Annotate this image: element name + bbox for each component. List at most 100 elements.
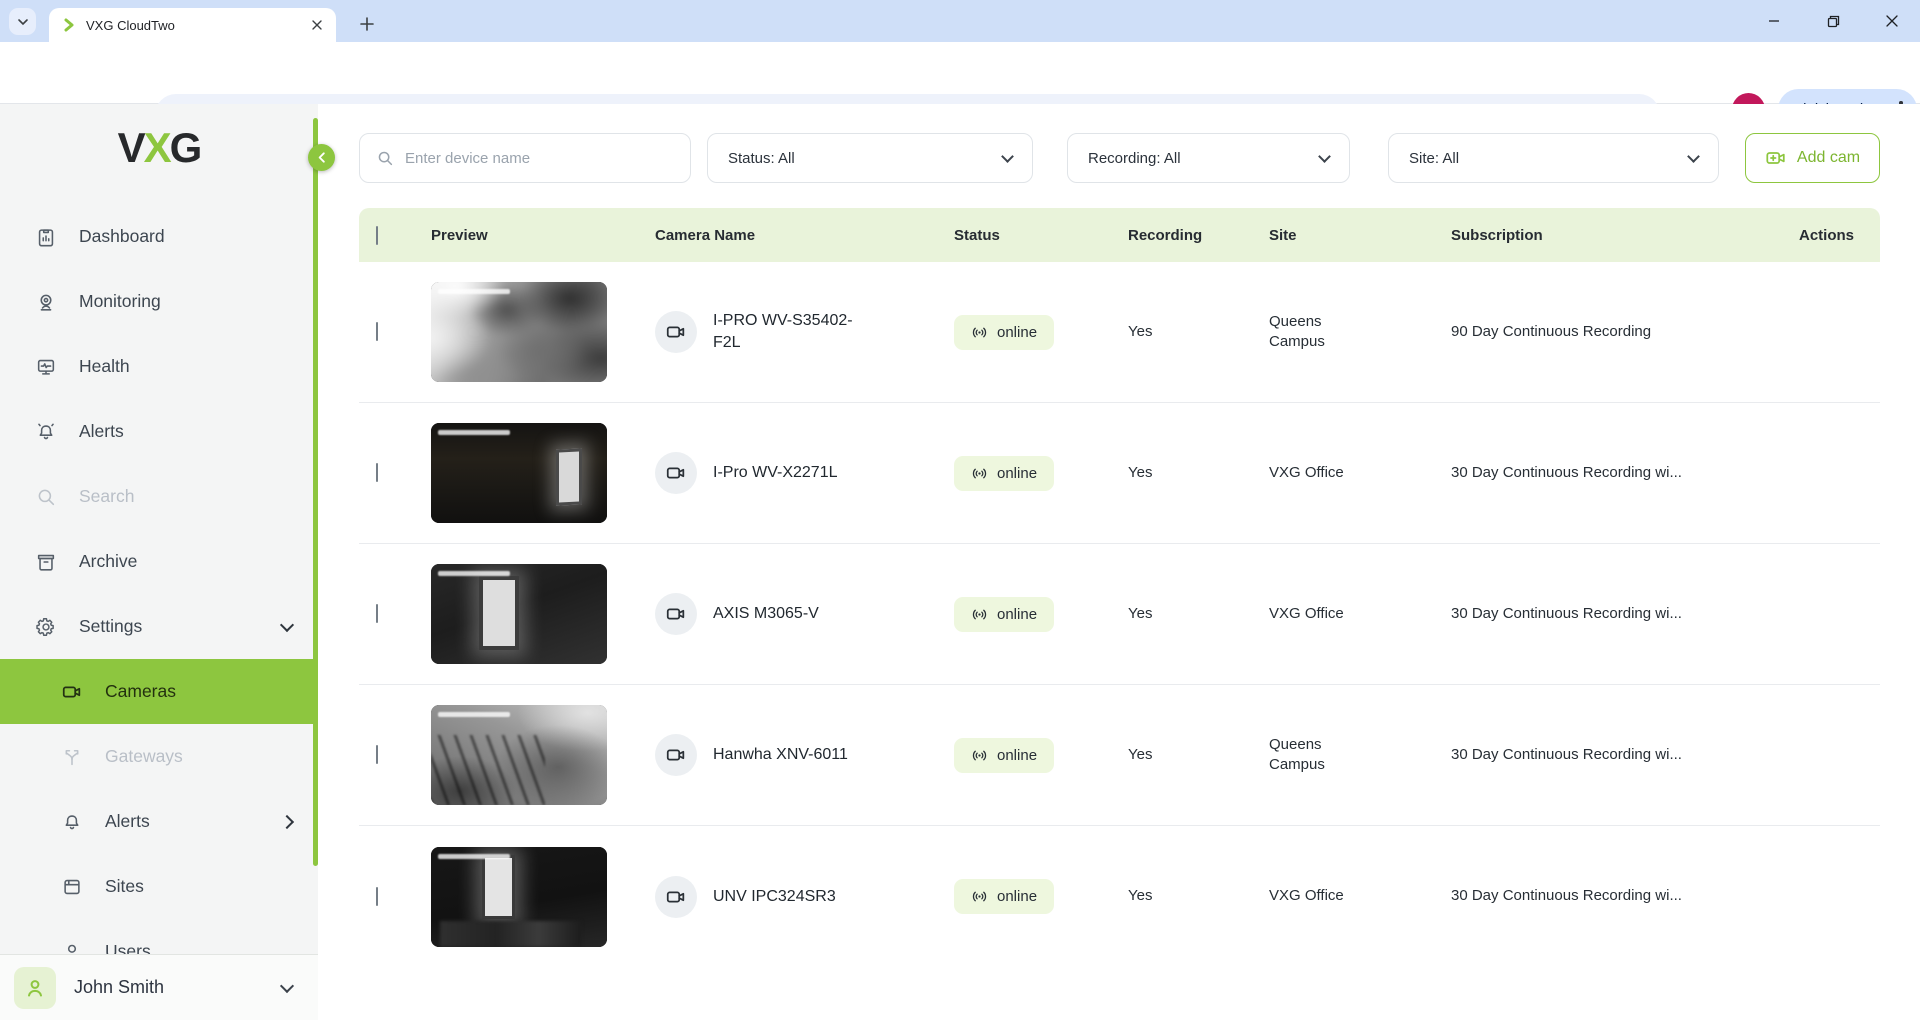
status-text: online xyxy=(997,888,1037,905)
camera-plus-icon xyxy=(1765,147,1787,169)
subscription-value: 30 Day Continuous Recording wi... xyxy=(1451,604,1760,624)
sidebar-item-health[interactable]: Health xyxy=(0,334,318,399)
add-camera-label: Add cam xyxy=(1797,149,1860,167)
dashboard-icon xyxy=(34,225,58,249)
timestamp-overlay xyxy=(438,854,510,859)
user-menu[interactable]: John Smith xyxy=(0,954,318,1020)
row-checkbox[interactable] xyxy=(376,463,378,482)
broadcast-icon xyxy=(971,888,988,905)
timestamp-overlay xyxy=(438,289,510,294)
camera-icon xyxy=(655,311,697,353)
site-filter-label: Site: All xyxy=(1409,150,1459,167)
chevron-down-icon xyxy=(1687,150,1700,163)
window-minimize-button[interactable] xyxy=(1751,0,1797,42)
add-camera-button[interactable]: Add cam xyxy=(1745,133,1880,183)
select-all-checkbox[interactable] xyxy=(376,226,378,245)
column-header-site: Site xyxy=(1269,227,1451,244)
window-restore-button[interactable] xyxy=(1810,0,1856,42)
sidebar-item-label: Dashboard xyxy=(79,226,165,247)
camera-preview-thumbnail[interactable] xyxy=(431,847,607,947)
column-header-subscription: Subscription xyxy=(1451,227,1760,244)
archive-box-icon xyxy=(34,550,58,574)
sidebar-item-alerts-settings[interactable]: Alerts xyxy=(0,789,318,854)
window-close-button[interactable] xyxy=(1869,0,1915,42)
broadcast-icon xyxy=(971,324,988,341)
row-checkbox[interactable] xyxy=(376,887,378,906)
column-header-status: Status xyxy=(954,227,1128,244)
sidebar-item-alerts[interactable]: Alerts xyxy=(0,399,318,464)
camera-preview-thumbnail[interactable] xyxy=(431,705,607,805)
camera-preview-thumbnail[interactable] xyxy=(431,423,607,523)
sidebar-item-label: Archive xyxy=(79,551,137,572)
recording-value: Yes xyxy=(1128,463,1269,483)
site-value: Queens Campus xyxy=(1269,735,1357,776)
cameras-table: Preview Camera Name Status Recording Sit… xyxy=(359,208,1880,967)
chevron-down-icon xyxy=(280,617,294,631)
sidebar-collapse-button[interactable] xyxy=(308,144,335,171)
browser-tab-strip: VXG CloudTwo xyxy=(0,0,1920,42)
subscription-value: 30 Day Continuous Recording wi... xyxy=(1451,463,1760,483)
sidebar-item-search[interactable]: Search xyxy=(0,464,318,529)
sidebar: VXG Dashboard Monitoring Health Alerts S… xyxy=(0,104,318,1020)
camera-name[interactable]: I-Pro WV-X2271L xyxy=(713,462,838,484)
vxg-logo: VXG xyxy=(0,124,318,172)
camera-name[interactable]: AXIS M3065-V xyxy=(713,603,819,625)
camera-preview-thumbnail[interactable] xyxy=(431,564,607,664)
sidebar-item-monitoring[interactable]: Monitoring xyxy=(0,269,318,334)
subscription-value: 30 Day Continuous Recording wi... xyxy=(1451,745,1760,765)
camera-icon xyxy=(655,593,697,635)
bell-icon xyxy=(60,810,84,834)
site-filter-dropdown[interactable]: Site: All xyxy=(1388,133,1719,183)
new-tab-button[interactable] xyxy=(352,9,381,38)
column-header-preview: Preview xyxy=(431,227,655,244)
timestamp-overlay xyxy=(438,712,510,717)
browser-toolbar: cloudtwo-prod.vxgdemo.cloud-vms.com/cust… xyxy=(0,42,1920,104)
table-row: I-Pro WV-X2271L online Yes VXG Office 30… xyxy=(359,403,1880,544)
health-monitor-icon xyxy=(34,355,58,379)
camera-name[interactable]: I-PRO WV-S35402-F2L xyxy=(713,310,868,353)
status-badge: online xyxy=(954,315,1054,350)
bell-ring-icon xyxy=(34,420,58,444)
status-text: online xyxy=(997,465,1037,482)
sidebar-item-gateways[interactable]: Gateways xyxy=(0,724,318,789)
sidebar-item-label: Cameras xyxy=(105,681,176,702)
recording-filter-dropdown[interactable]: Recording: All xyxy=(1067,133,1350,183)
row-checkbox[interactable] xyxy=(376,322,378,341)
user-name: John Smith xyxy=(74,977,164,998)
window-icon xyxy=(60,875,84,899)
filter-bar: Status: All Recording: All Site: All Add… xyxy=(359,133,1880,183)
browser-tab[interactable]: VXG CloudTwo xyxy=(49,8,336,42)
sidebar-item-settings[interactable]: Settings xyxy=(0,594,318,659)
camera-name[interactable]: Hanwha XNV-6011 xyxy=(713,744,848,766)
camera-name[interactable]: UNV IPC324SR3 xyxy=(713,886,836,908)
tab-close-icon[interactable] xyxy=(308,16,326,34)
camera-icon xyxy=(655,876,697,918)
site-value: VXG Office xyxy=(1269,886,1357,906)
sidebar-item-dashboard[interactable]: Dashboard xyxy=(0,204,318,269)
row-checkbox[interactable] xyxy=(376,745,378,764)
camera-preview-thumbnail[interactable] xyxy=(431,282,607,382)
tab-search-button[interactable] xyxy=(9,8,36,35)
sidebar-item-label: Gateways xyxy=(105,746,183,767)
broadcast-icon xyxy=(971,747,988,764)
tab-title: VXG CloudTwo xyxy=(86,18,299,33)
sidebar-item-label: Sites xyxy=(105,876,144,897)
status-filter-dropdown[interactable]: Status: All xyxy=(707,133,1033,183)
sidebar-item-sites[interactable]: Sites xyxy=(0,854,318,919)
timestamp-overlay xyxy=(438,430,510,435)
chevron-down-icon xyxy=(17,16,29,28)
webcam-icon xyxy=(34,290,58,314)
chevron-right-icon xyxy=(280,814,294,828)
sidebar-item-cameras[interactable]: Cameras xyxy=(0,659,318,724)
split-path-icon xyxy=(60,745,84,769)
status-badge: online xyxy=(954,597,1054,632)
device-search-field[interactable] xyxy=(359,133,691,183)
timestamp-overlay xyxy=(438,571,510,576)
row-checkbox[interactable] xyxy=(376,604,378,623)
sidebar-item-label: Search xyxy=(79,486,134,507)
column-header-recording: Recording xyxy=(1128,227,1269,244)
device-search-input[interactable] xyxy=(405,150,674,167)
sidebar-item-archive[interactable]: Archive xyxy=(0,529,318,594)
chevron-down-icon xyxy=(280,978,294,992)
chevron-down-icon xyxy=(1318,150,1331,163)
